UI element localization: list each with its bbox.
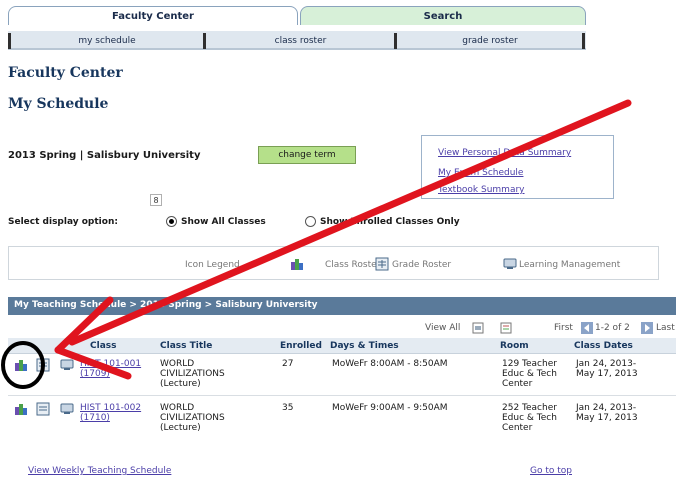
subtab-divider	[394, 33, 397, 49]
class-title-line: (Lecture)	[160, 423, 201, 433]
class-title: WORLD CIVILIZATIONS (Lecture)	[160, 403, 225, 433]
class-id[interactable]: (1710)	[80, 413, 110, 423]
enrolled-count: 27	[282, 359, 294, 369]
weekly-schedule-link[interactable]: View Weekly Teaching Schedule	[28, 466, 171, 476]
room-line: Educ & Tech	[502, 413, 557, 423]
term-label: 2013 Spring | Salisbury University	[8, 150, 201, 161]
grade-roster-icon[interactable]	[36, 358, 50, 372]
textbook-summary-link[interactable]: Textbook Summary	[438, 185, 525, 195]
row-divider	[8, 395, 676, 396]
col-header-enrolled: Enrolled	[278, 338, 328, 354]
subtab-class-roster-label: class roster	[274, 35, 327, 46]
page-range: 1-2 of 2	[595, 323, 630, 333]
view-all-link[interactable]: View All	[425, 323, 460, 333]
subtab-grade-roster-label: grade roster	[462, 35, 518, 46]
download-icon[interactable]	[500, 322, 512, 334]
tab-faculty-center-label: Faculty Center	[112, 10, 194, 22]
page-subtitle: My Schedule	[8, 96, 109, 112]
class-roster-icon[interactable]	[14, 402, 28, 416]
subtab-class-roster[interactable]: class roster	[208, 31, 393, 50]
legend-class-roster: Class Roster	[325, 260, 381, 270]
legend-learning-management: Learning Management	[519, 260, 621, 270]
grade-roster-icon	[375, 257, 389, 271]
room-line: 129 Teacher	[502, 359, 557, 369]
learning-management-icon[interactable]	[60, 358, 74, 372]
class-link[interactable]: HIST 101-001 (1709)	[80, 359, 141, 379]
icon-legend: Icon Legend Class Roster Grade Roster Le…	[8, 246, 659, 280]
room-line: Educ & Tech	[502, 369, 557, 379]
radio-show-all-label: Show All Classes	[181, 217, 266, 227]
class-title-line: (Lecture)	[160, 379, 201, 389]
change-term-button[interactable]: change term	[258, 146, 356, 164]
last-link[interactable]: Last	[656, 323, 675, 333]
days-times: MoWeFr 9:00AM - 9:50AM	[332, 403, 448, 413]
subtab-divider	[582, 33, 585, 49]
radio-show-enrolled-label: Show Enrolled Classes Only	[320, 217, 460, 227]
go-to-top-link[interactable]: Go to top	[530, 466, 572, 476]
room: 129 Teacher Educ & Tech Center	[502, 359, 557, 389]
subtab-grade-roster[interactable]: grade roster	[400, 31, 580, 50]
class-title-line: WORLD	[160, 403, 195, 413]
class-dates-line: Jan 24, 2013-	[576, 403, 637, 413]
prev-page-icon[interactable]	[581, 322, 593, 334]
class-code[interactable]: HIST 101-001	[80, 359, 141, 369]
class-title-line: WORLD	[160, 359, 195, 369]
col-header-days-times: Days & Times	[328, 338, 498, 354]
class-dates: Jan 24, 2013- May 17, 2013	[576, 359, 638, 379]
col-header-room: Room	[498, 338, 572, 354]
radio-show-enrolled[interactable]	[305, 216, 316, 227]
class-link[interactable]: HIST 101-002 (1710)	[80, 403, 141, 423]
class-roster-icon[interactable]	[14, 358, 28, 372]
class-dates-line: May 17, 2013	[576, 413, 638, 423]
exam-schedule-link[interactable]: My Exam Schedule	[438, 168, 523, 178]
mini-indicator: 8	[150, 194, 162, 206]
class-id[interactable]: (1709)	[80, 369, 110, 379]
class-code[interactable]: HIST 101-002	[80, 403, 141, 413]
grade-roster-icon[interactable]	[36, 402, 50, 416]
room-line: Center	[502, 423, 533, 433]
col-header-title: Class Title	[158, 338, 278, 354]
class-dates-line: Jan 24, 2013-	[576, 359, 637, 369]
class-title: WORLD CIVILIZATIONS (Lecture)	[160, 359, 225, 389]
subtab-my-schedule-label: my schedule	[78, 35, 136, 46]
col-header-class: Class	[8, 338, 158, 354]
tab-search-label: Search	[423, 10, 463, 22]
personal-data-link[interactable]: View Personal Data Summary	[438, 148, 571, 158]
class-title-line: CIVILIZATIONS	[160, 413, 225, 423]
learning-management-icon	[503, 258, 517, 269]
room-line: 252 Teacher	[502, 403, 557, 413]
zoom-icon[interactable]	[472, 322, 484, 334]
next-page-icon[interactable]	[641, 322, 653, 334]
links-box: View Personal Data Summary My Exam Sched…	[421, 135, 614, 199]
subtab-divider	[203, 33, 206, 49]
room-line: Center	[502, 379, 533, 389]
grid-title: My Teaching Schedule > 2013 Spring > Sal…	[14, 300, 318, 310]
change-term-label: change term	[278, 150, 336, 160]
subtab-divider	[8, 33, 11, 49]
tab-faculty-center[interactable]: Faculty Center	[8, 6, 298, 25]
col-header-class-dates: Class Dates	[572, 338, 676, 354]
class-dates-line: May 17, 2013	[576, 369, 638, 379]
class-title-line: CIVILIZATIONS	[160, 369, 225, 379]
class-roster-icon	[291, 259, 303, 270]
mini-indicator-value: 8	[153, 195, 159, 205]
grid-title-bar: My Teaching Schedule > 2013 Spring > Sal…	[8, 297, 676, 315]
class-dates: Jan 24, 2013- May 17, 2013	[576, 403, 638, 423]
first-link[interactable]: First	[554, 323, 573, 333]
subtab-bar: my schedule class roster grade roster	[8, 31, 586, 50]
display-option-label: Select display option:	[8, 217, 118, 227]
page-title: Faculty Center	[8, 65, 123, 81]
legend-grade-roster: Grade Roster	[392, 260, 452, 270]
room: 252 Teacher Educ & Tech Center	[502, 403, 557, 433]
radio-show-all[interactable]	[166, 216, 177, 227]
enrolled-count: 35	[282, 403, 294, 413]
days-times: MoWeFr 8:00AM - 8:50AM	[332, 359, 448, 369]
subtab-my-schedule[interactable]: my schedule	[12, 31, 202, 50]
learning-management-icon[interactable]	[60, 402, 74, 416]
legend-title: Icon Legend	[185, 260, 240, 270]
tab-search[interactable]: Search	[300, 6, 586, 25]
